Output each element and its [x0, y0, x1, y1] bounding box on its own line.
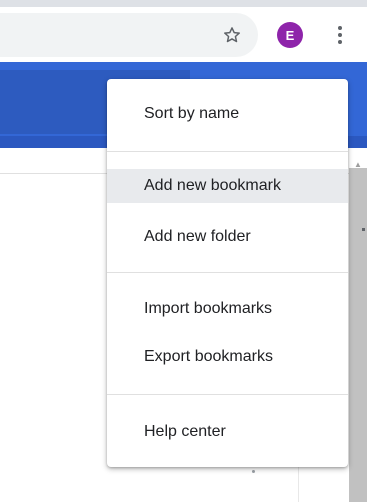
- more-vert-icon[interactable]: [330, 21, 350, 49]
- menu-item-export-bookmarks[interactable]: Export bookmarks: [107, 340, 348, 374]
- menu-separator: [107, 151, 348, 152]
- menu-separator: [107, 272, 348, 273]
- row-dot: [252, 470, 255, 473]
- menu-item-label: Import bookmarks: [144, 300, 273, 317]
- bookmark-star-button[interactable]: [216, 19, 248, 51]
- profile-avatar-button[interactable]: E: [277, 22, 303, 48]
- menu-item-add-new-folder[interactable]: Add new folder: [107, 220, 348, 254]
- browser-toolbar: E: [0, 0, 367, 60]
- scrollbar-thumb[interactable]: [349, 168, 367, 502]
- menu-item-sort-by-name[interactable]: Sort by name: [107, 97, 348, 131]
- star-outline-icon: [224, 27, 240, 43]
- menu-item-label: Add new folder: [144, 228, 251, 245]
- menu-item-help-center[interactable]: Help center: [107, 415, 348, 449]
- side-marker: [362, 228, 365, 231]
- organize-menu: Sort by name Add new bookmark Add new fo…: [107, 79, 348, 467]
- menu-item-add-new-bookmark[interactable]: Add new bookmark: [107, 169, 348, 203]
- menu-item-label: Add new bookmark: [144, 177, 281, 194]
- menu-item-label: Help center: [144, 423, 226, 440]
- tab-strip-edge: [0, 0, 367, 7]
- menu-separator: [107, 394, 348, 395]
- menu-item-label: Export bookmarks: [144, 348, 273, 365]
- avatar-letter: E: [285, 27, 295, 43]
- menu-item-label: Sort by name: [144, 105, 240, 122]
- menu-item-import-bookmarks[interactable]: Import bookmarks: [107, 292, 348, 326]
